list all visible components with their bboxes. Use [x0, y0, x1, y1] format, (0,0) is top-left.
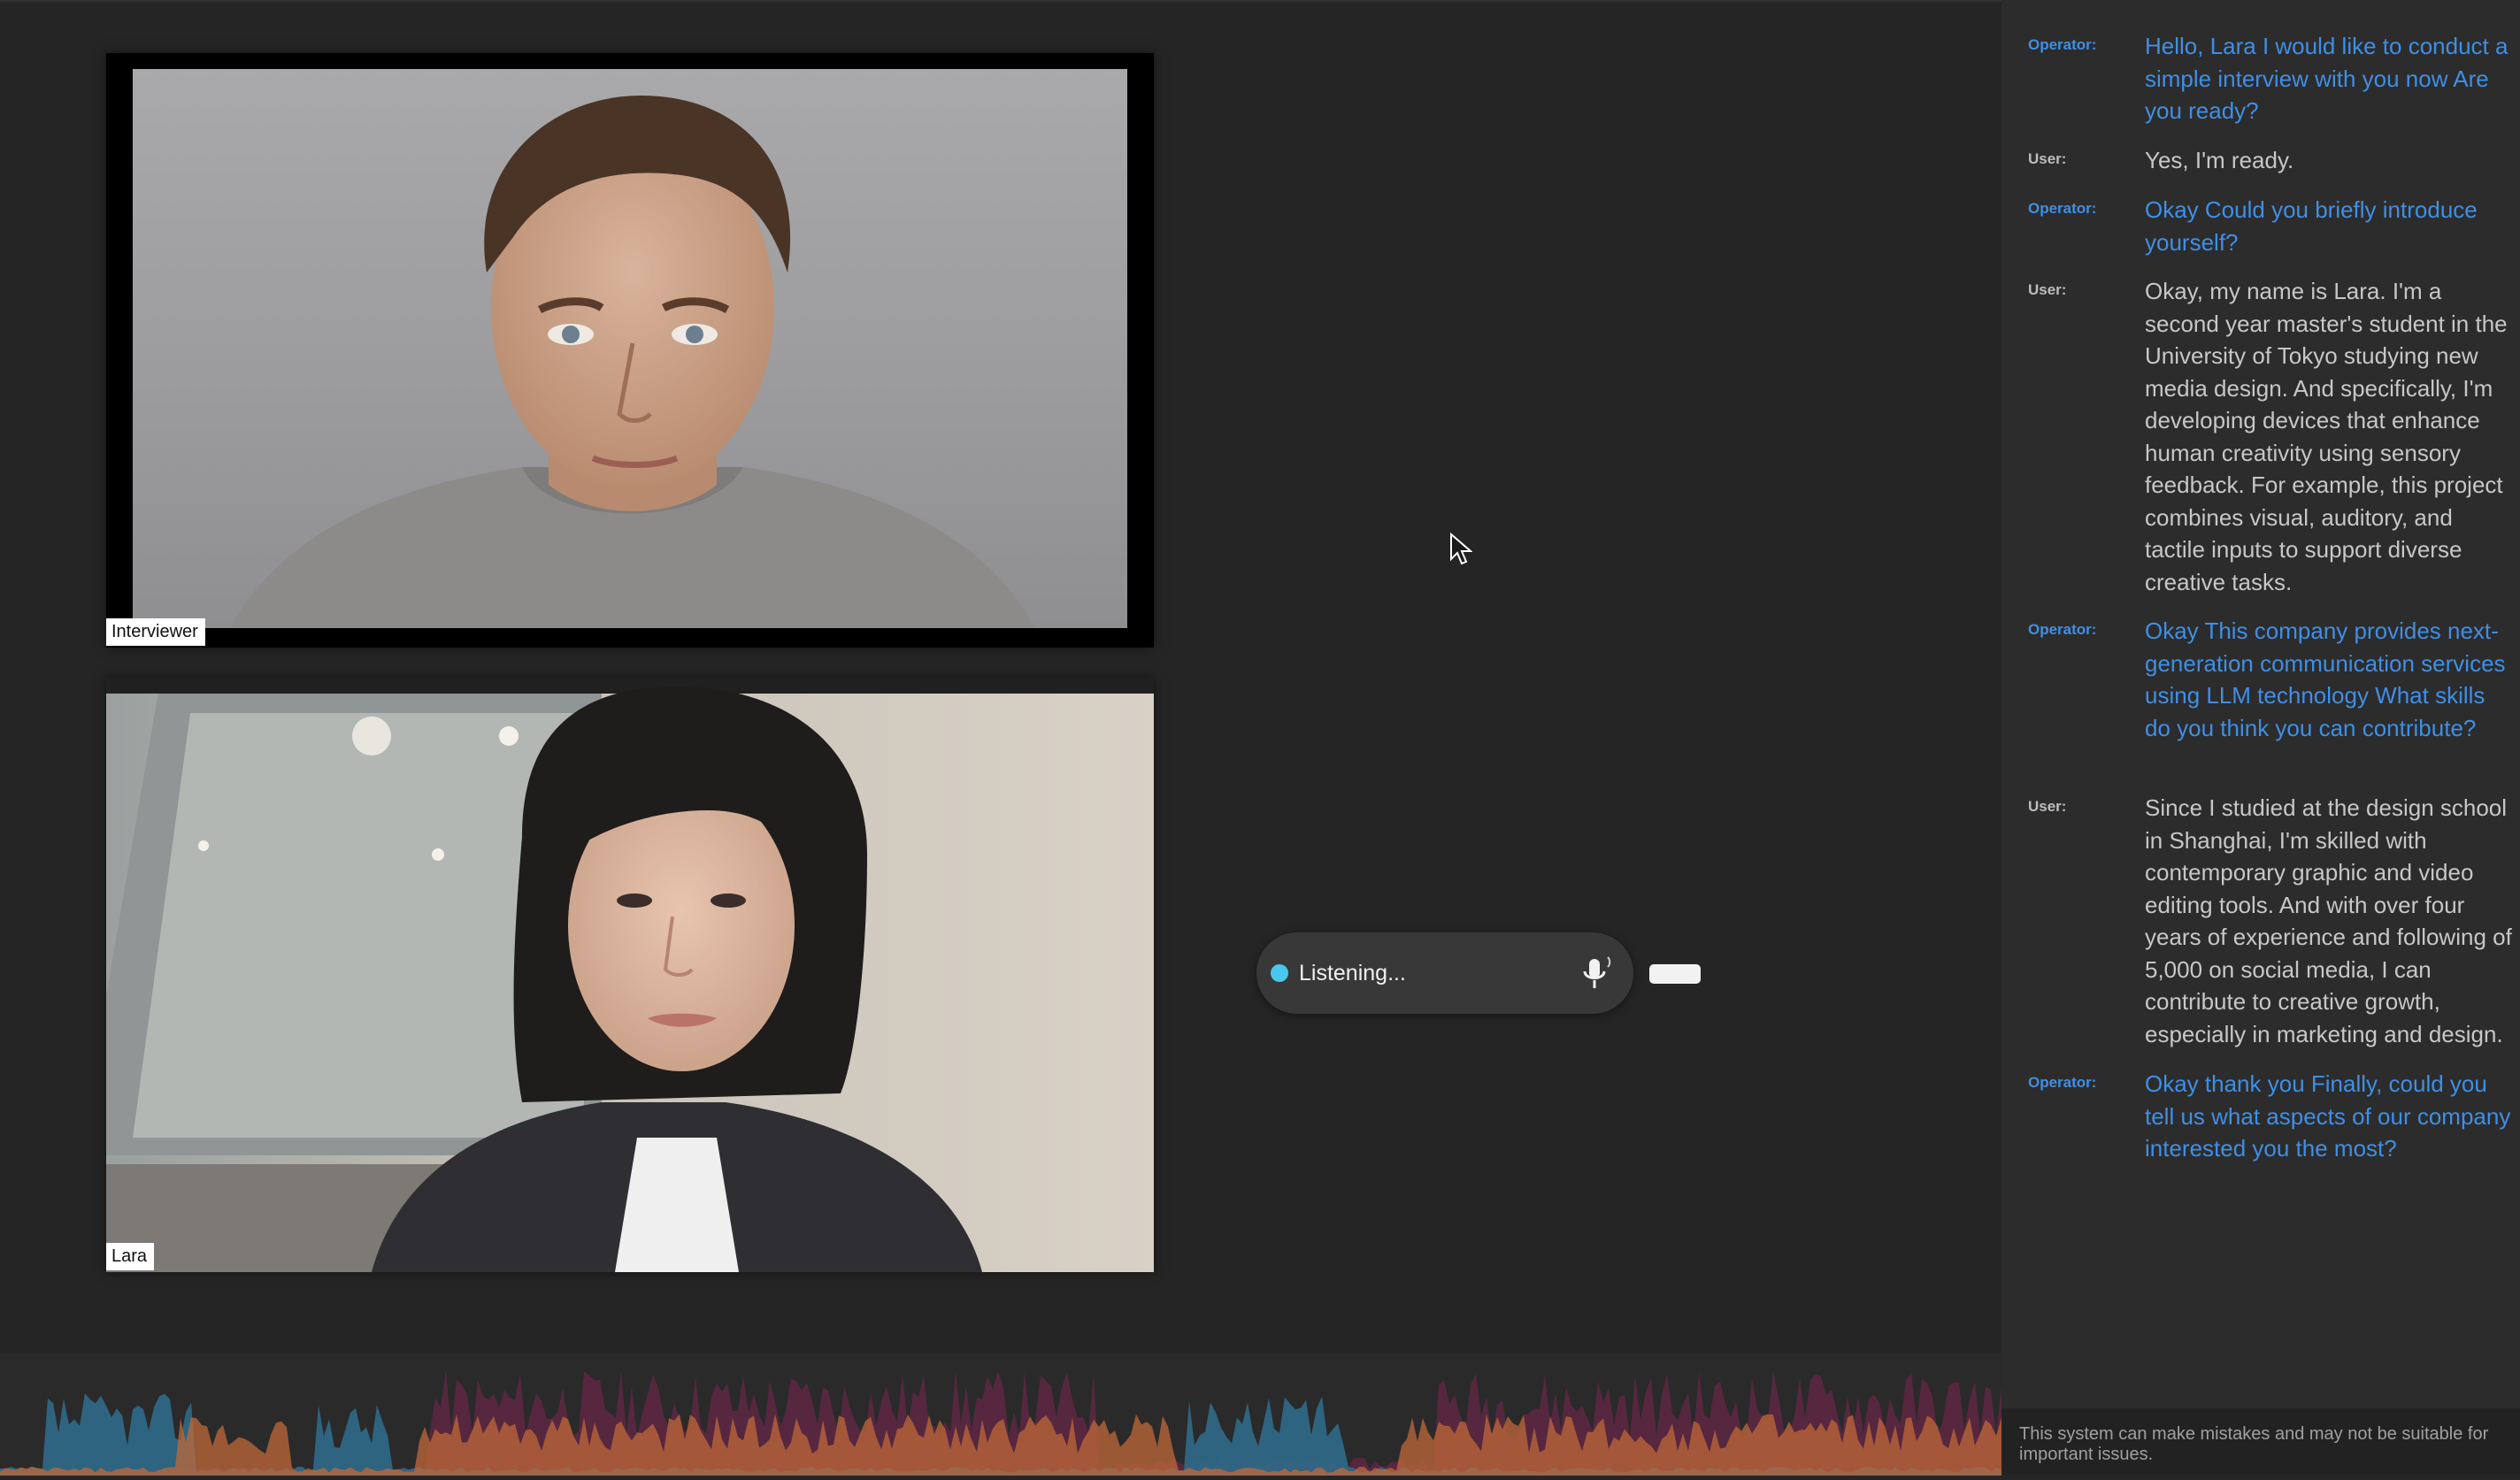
audio-waveform: [0, 1353, 2001, 1476]
message-role-label: Operator:: [2028, 200, 2097, 217]
interviewer-video-frame: [133, 69, 1127, 628]
message-role-label: User:: [2028, 150, 2067, 167]
message-text: Yes, I'm ready.: [2145, 147, 2294, 173]
message-text: Okay thank you Finally, could you tell u…: [2145, 1070, 2511, 1162]
message-role-label: User:: [2028, 798, 2067, 815]
message-text: Hello, Lara I would like to conduct a si…: [2145, 33, 2508, 124]
message-role-label: Operator:: [2028, 36, 2097, 53]
message-role-label: User:: [2028, 281, 2067, 298]
transcript-panel: Operator: Hello, Lara I would like to con…: [2001, 0, 2520, 1474]
disclaimer-text: This system can make mistakes and may no…: [2001, 1408, 2520, 1474]
message-text: Okay Could you briefly introduce yoursel…: [2145, 196, 2478, 256]
mouse-pointer-icon: [1450, 533, 1472, 565]
message-role-label: Operator:: [2028, 621, 2097, 638]
listening-status-label: Listening...: [1299, 960, 1406, 985]
end-call-button[interactable]: [1649, 964, 1701, 984]
interviewer-name-tag: Interviewer: [106, 618, 205, 646]
interviewer-avatar-image: [230, 96, 1035, 628]
user-video-tile: Lara: [106, 678, 1154, 1272]
message-text: Okay, my name is Lara. I'm a second year…: [2145, 278, 2508, 595]
message-text: Okay This company provides next-generati…: [2145, 617, 2506, 741]
user-video-frame: [106, 678, 1154, 1272]
listening-indicator-dot: [1271, 964, 1288, 982]
microphone-icon[interactable]: [1579, 954, 1614, 994]
user-name-tag: Lara: [106, 1243, 155, 1270]
interviewer-video-tile: Interviewer: [106, 53, 1154, 648]
audio-waveform-graphic: [0, 1369, 2001, 1476]
message-text: Since I studied at the design school in …: [2145, 794, 2512, 1047]
call-area: Interviewer Lara Listening...: [0, 0, 2001, 1476]
user-camera-image: [106, 678, 1154, 1272]
message-role-label: Operator:: [2028, 1074, 2097, 1091]
listening-status-bar: Listening...: [1256, 932, 1633, 1014]
